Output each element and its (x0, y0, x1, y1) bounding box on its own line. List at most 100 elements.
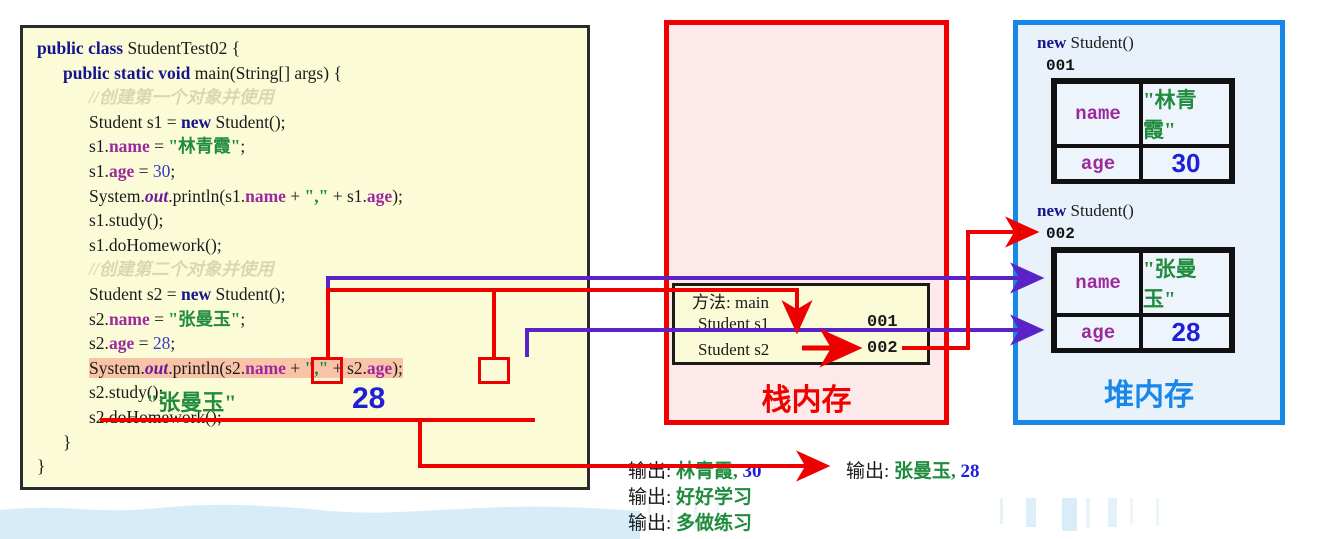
heap-object-2-field-name-value: "张曼玉" (1141, 251, 1231, 315)
heap-object-2-new-keyword: new (1037, 201, 1067, 220)
code-token: ; (240, 308, 246, 329)
heap-object-2-table: name "张曼玉" age 28 (1051, 247, 1235, 353)
code-line-17: } (37, 430, 583, 455)
console-line-1-name: 林青霞, (676, 461, 738, 482)
heap-memory-title: 堆内存 (1104, 379, 1194, 412)
code-token: age (108, 160, 135, 181)
code-lines: public class StudentTest02 {public stati… (37, 36, 583, 479)
code-line-10: //创建第二个对象并使用 (37, 257, 583, 282)
code-token: out (144, 357, 169, 378)
code-token: Student s1 = (89, 111, 182, 132)
code-token: + (285, 357, 305, 378)
heap-object-2-field-age-value: 28 (1141, 315, 1231, 350)
console-line-3: 输出: 好好学习 (628, 482, 752, 509)
code-line-7: System.out.println(s1.name + "," + s1.ag… (37, 184, 583, 209)
code-token: "林青霞" (168, 136, 241, 157)
code-token: + s1. (328, 185, 367, 206)
code-token: 28 (152, 333, 171, 354)
code-token: .println(s1. (168, 185, 246, 206)
s2-highlight-box-age (478, 357, 510, 384)
console-line-1-label: 输出: (628, 461, 672, 482)
code-token: name (245, 185, 286, 206)
code-token: } (63, 431, 72, 452)
code-line-2: public static void main(String[] args) { (37, 61, 583, 86)
heap-object-1-address: 001 (1046, 57, 1075, 75)
code-token: ; (170, 333, 176, 354)
code-token: StudentTest02 { (127, 38, 241, 58)
code-line-1: public class StudentTest02 { (37, 36, 583, 61)
heap-object-2-new-rest: Student() (1066, 201, 1134, 220)
code-line-16: s2.doHomework(); (37, 405, 583, 430)
code-token: Student s2 = (89, 283, 182, 304)
heap-object-1-new-rest: Student() (1066, 33, 1134, 52)
heap-object-1-field-name-value: "林青霞" (1141, 82, 1231, 146)
console-line-4-label: 输出: (628, 513, 672, 534)
code-token: out (144, 185, 169, 206)
code-line-6: s1.age = 30; (37, 159, 583, 184)
code-line-3: //创建第一个对象并使用 (37, 85, 583, 110)
code-token: new (181, 111, 216, 132)
code-token: + (285, 185, 305, 206)
code-line-11: Student s2 = new Student(); (37, 282, 583, 307)
code-line-15: s2.study(); (37, 380, 583, 405)
code-token: ; (240, 136, 246, 157)
code-line-9: s1.doHomework(); (37, 233, 583, 258)
stack-row-s2-address: 002 (867, 339, 898, 358)
code-line-18: } (37, 454, 583, 479)
code-token: System. (89, 185, 145, 206)
heap-object-1-table: name "林青霞" age 30 (1051, 78, 1235, 184)
code-token: Student(); (215, 283, 286, 304)
code-token: name (245, 357, 286, 378)
code-token: Student(); (215, 111, 286, 132)
heap-object-1-field-age-key: age (1055, 146, 1141, 181)
code-token: "张曼玉" (168, 308, 241, 329)
console-line-2-num: 28 (960, 461, 980, 482)
console-line-1: 输出: 林青霞, 30 (628, 456, 762, 483)
code-token: age (366, 185, 393, 206)
code-token: name (108, 136, 150, 157)
code-token: main(String[] args) { (194, 62, 342, 83)
code-line-8: s1.study(); (37, 208, 583, 233)
console-line-2-label: 输出: (846, 461, 890, 482)
code-token: "," (304, 185, 329, 206)
console-line-1-num: 30 (742, 461, 762, 482)
console-line-4-name: 多做练习 (676, 513, 753, 534)
code-token: s1.doHomework(); (89, 234, 222, 255)
code-line-13: s2.age = 28; (37, 331, 583, 356)
heap-object-2-address: 002 (1046, 225, 1075, 243)
heap-object-2-new-label: new Student() (1037, 201, 1134, 221)
heap-object-1-field-name-key: name (1055, 82, 1141, 146)
code-token: s2. (89, 308, 109, 329)
code-token: s1. (89, 160, 109, 181)
console-line-2-name: 张曼玉, (894, 461, 956, 482)
annotation-name-value: "张曼玉" (146, 390, 237, 415)
stack-frame-label: 方法: main (692, 293, 769, 312)
code-token: public class (37, 38, 128, 58)
heap-object-1-new-keyword: new (1037, 33, 1067, 52)
code-token: s1.study(); (89, 210, 164, 231)
code-line-12: s2.name = "张曼玉"; (37, 307, 583, 332)
code-token: = (134, 333, 153, 354)
code-token: age (108, 333, 135, 354)
code-token: ); (392, 357, 403, 378)
heap-object-2-field-age-key: age (1055, 315, 1141, 350)
stack-memory-title: 栈内存 (761, 384, 852, 417)
console-line-3-name: 好好学习 (676, 487, 753, 508)
annotation-age-value: 28 (352, 382, 386, 415)
code-token: s2. (89, 333, 109, 354)
code-token: new (181, 283, 216, 304)
heap-object-1-new-label: new Student() (1037, 33, 1134, 53)
code-token: System. (89, 357, 145, 378)
code-line-4: Student s1 = new Student(); (37, 110, 583, 135)
stack-row-s2-var: Student s2 (698, 340, 770, 359)
code-token: //创建第一个对象并使用 (89, 87, 274, 108)
code-token: age (366, 357, 393, 378)
console-line-4: 输出: 多做练习 (628, 508, 752, 535)
code-token: ; (170, 160, 176, 181)
code-token: s1. (89, 136, 109, 157)
console-line-2: 输出: 张曼玉, 28 (846, 456, 980, 483)
code-token: = (149, 136, 169, 157)
code-token: .println(s2. (168, 357, 246, 378)
code-token: public static void (63, 62, 195, 83)
heap-object-1-field-age-value: 30 (1141, 146, 1231, 181)
